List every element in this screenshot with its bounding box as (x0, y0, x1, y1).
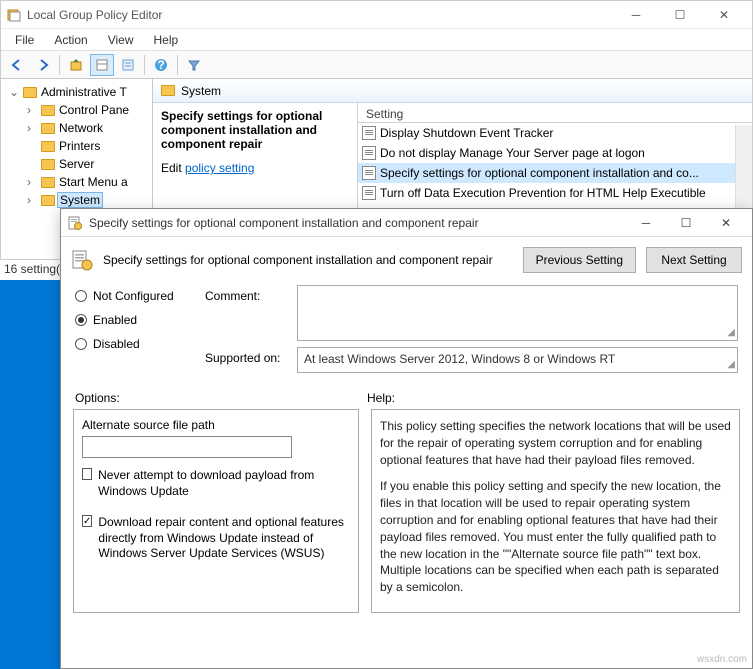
dialog-subtitle: Specify settings for optional component … (103, 253, 513, 267)
minimize-button[interactable]: ─ (614, 1, 658, 29)
radio-disabled[interactable]: Disabled (75, 337, 185, 351)
setting-row[interactable]: Do not display Manage Your Server page a… (358, 143, 752, 163)
menu-view[interactable]: View (100, 31, 142, 49)
maximize-button[interactable]: ☐ (658, 1, 702, 29)
crumb-text: System (181, 84, 221, 98)
desc-title: Specify settings for optional component … (161, 109, 349, 151)
alt-path-input[interactable] (82, 436, 292, 458)
folder-icon (41, 177, 55, 188)
app-icon (7, 8, 21, 22)
dialog-minimize[interactable]: ─ (626, 209, 666, 237)
folder-icon (41, 105, 55, 116)
supported-label: Supported on: (205, 347, 297, 373)
previous-setting-button[interactable]: Previous Setting (523, 247, 636, 273)
main-titlebar: Local Group Policy Editor ─ ☐ ✕ (1, 1, 752, 29)
radio-not-configured[interactable]: Not Configured (75, 289, 185, 303)
up-button[interactable] (64, 54, 88, 76)
next-setting-button[interactable]: Next Setting (646, 247, 742, 273)
policy-item-icon (362, 186, 376, 200)
tree-item-system[interactable]: ›System (3, 191, 150, 209)
settings-header[interactable]: Setting (358, 103, 752, 123)
dialog-close[interactable]: ✕ (706, 209, 746, 237)
edit-link-row: Edit policy setting (161, 161, 349, 175)
help-para-1: This policy setting specifies the networ… (380, 418, 731, 468)
setting-row[interactable]: Turn off Data Execution Prevention for H… (358, 183, 752, 203)
comment-textarea[interactable]: ◢ (297, 285, 738, 341)
watermark: wsxdn.com (697, 654, 747, 665)
folder-icon (41, 159, 55, 170)
radio-enabled[interactable]: Enabled (75, 313, 185, 327)
policy-item-icon (362, 126, 376, 140)
folder-icon (161, 85, 175, 96)
setting-row-selected[interactable]: Specify settings for optional component … (358, 163, 752, 183)
policy-setting-link[interactable]: policy setting (185, 161, 254, 175)
forward-button[interactable] (31, 54, 55, 76)
options-label: Options: (75, 391, 367, 405)
toolbar: ? (1, 51, 752, 79)
menu-action[interactable]: Action (46, 31, 95, 49)
tree-item[interactable]: Printers (3, 137, 150, 155)
panels: Alternate source file path Never attempt… (61, 409, 752, 623)
menubar: File Action View Help (1, 29, 752, 51)
resize-grip-icon[interactable]: ◢ (727, 327, 735, 338)
tree-item[interactable]: ›Control Pane (3, 101, 150, 119)
config-area: Not Configured Enabled Disabled Comment:… (61, 281, 752, 383)
desktop-background (0, 280, 60, 669)
setting-row[interactable]: Display Shutdown Event Tracker (358, 123, 752, 143)
help-panel: This policy setting specifies the networ… (371, 409, 740, 613)
radio-group: Not Configured Enabled Disabled (75, 285, 185, 379)
breadcrumb: System (153, 79, 752, 103)
supported-textbox: At least Windows Server 2012, Windows 8 … (297, 347, 738, 373)
folder-icon (41, 195, 55, 206)
tree-item[interactable]: ›Network (3, 119, 150, 137)
tree-root[interactable]: ⌄Administrative T (3, 83, 150, 101)
dialog-titlebar: Specify settings for optional component … (61, 209, 752, 237)
folder-icon (41, 123, 55, 134)
policy-icon (67, 215, 83, 231)
properties-button[interactable] (116, 54, 140, 76)
folder-icon (23, 87, 37, 98)
dialog-title: Specify settings for optional component … (89, 216, 479, 230)
alt-path-label: Alternate source file path (82, 418, 350, 432)
filter-button[interactable] (182, 54, 206, 76)
help-para-2: If you enable this policy setting and sp… (380, 478, 731, 596)
menu-file[interactable]: File (7, 31, 42, 49)
comment-label: Comment: (205, 285, 297, 341)
policy-dialog: Specify settings for optional component … (60, 208, 753, 669)
tree-item[interactable]: Server (3, 155, 150, 173)
policy-item-icon (362, 166, 376, 180)
svg-text:?: ? (157, 58, 164, 72)
folder-icon (41, 141, 55, 152)
policy-large-icon (71, 249, 93, 271)
checkbox-never-download[interactable]: Never attempt to download payload from W… (82, 468, 350, 499)
dialog-header: Specify settings for optional component … (61, 237, 752, 281)
main-title: Local Group Policy Editor (7, 8, 614, 22)
checkbox-download-wu[interactable]: ✓Download repair content and optional fe… (82, 515, 350, 562)
tree-item[interactable]: ›Start Menu a (3, 173, 150, 191)
help-button[interactable]: ? (149, 54, 173, 76)
resize-grip-icon: ◢ (727, 359, 735, 370)
policy-item-icon (362, 146, 376, 160)
menu-help[interactable]: Help (146, 31, 187, 49)
section-labels: Options: Help: (61, 383, 752, 409)
back-button[interactable] (5, 54, 29, 76)
window-controls: ─ ☐ ✕ (614, 1, 746, 29)
show-hide-button[interactable] (90, 54, 114, 76)
help-label: Help: (367, 391, 395, 405)
dialog-maximize[interactable]: ☐ (666, 209, 706, 237)
close-button[interactable]: ✕ (702, 1, 746, 29)
options-panel: Alternate source file path Never attempt… (73, 409, 359, 613)
